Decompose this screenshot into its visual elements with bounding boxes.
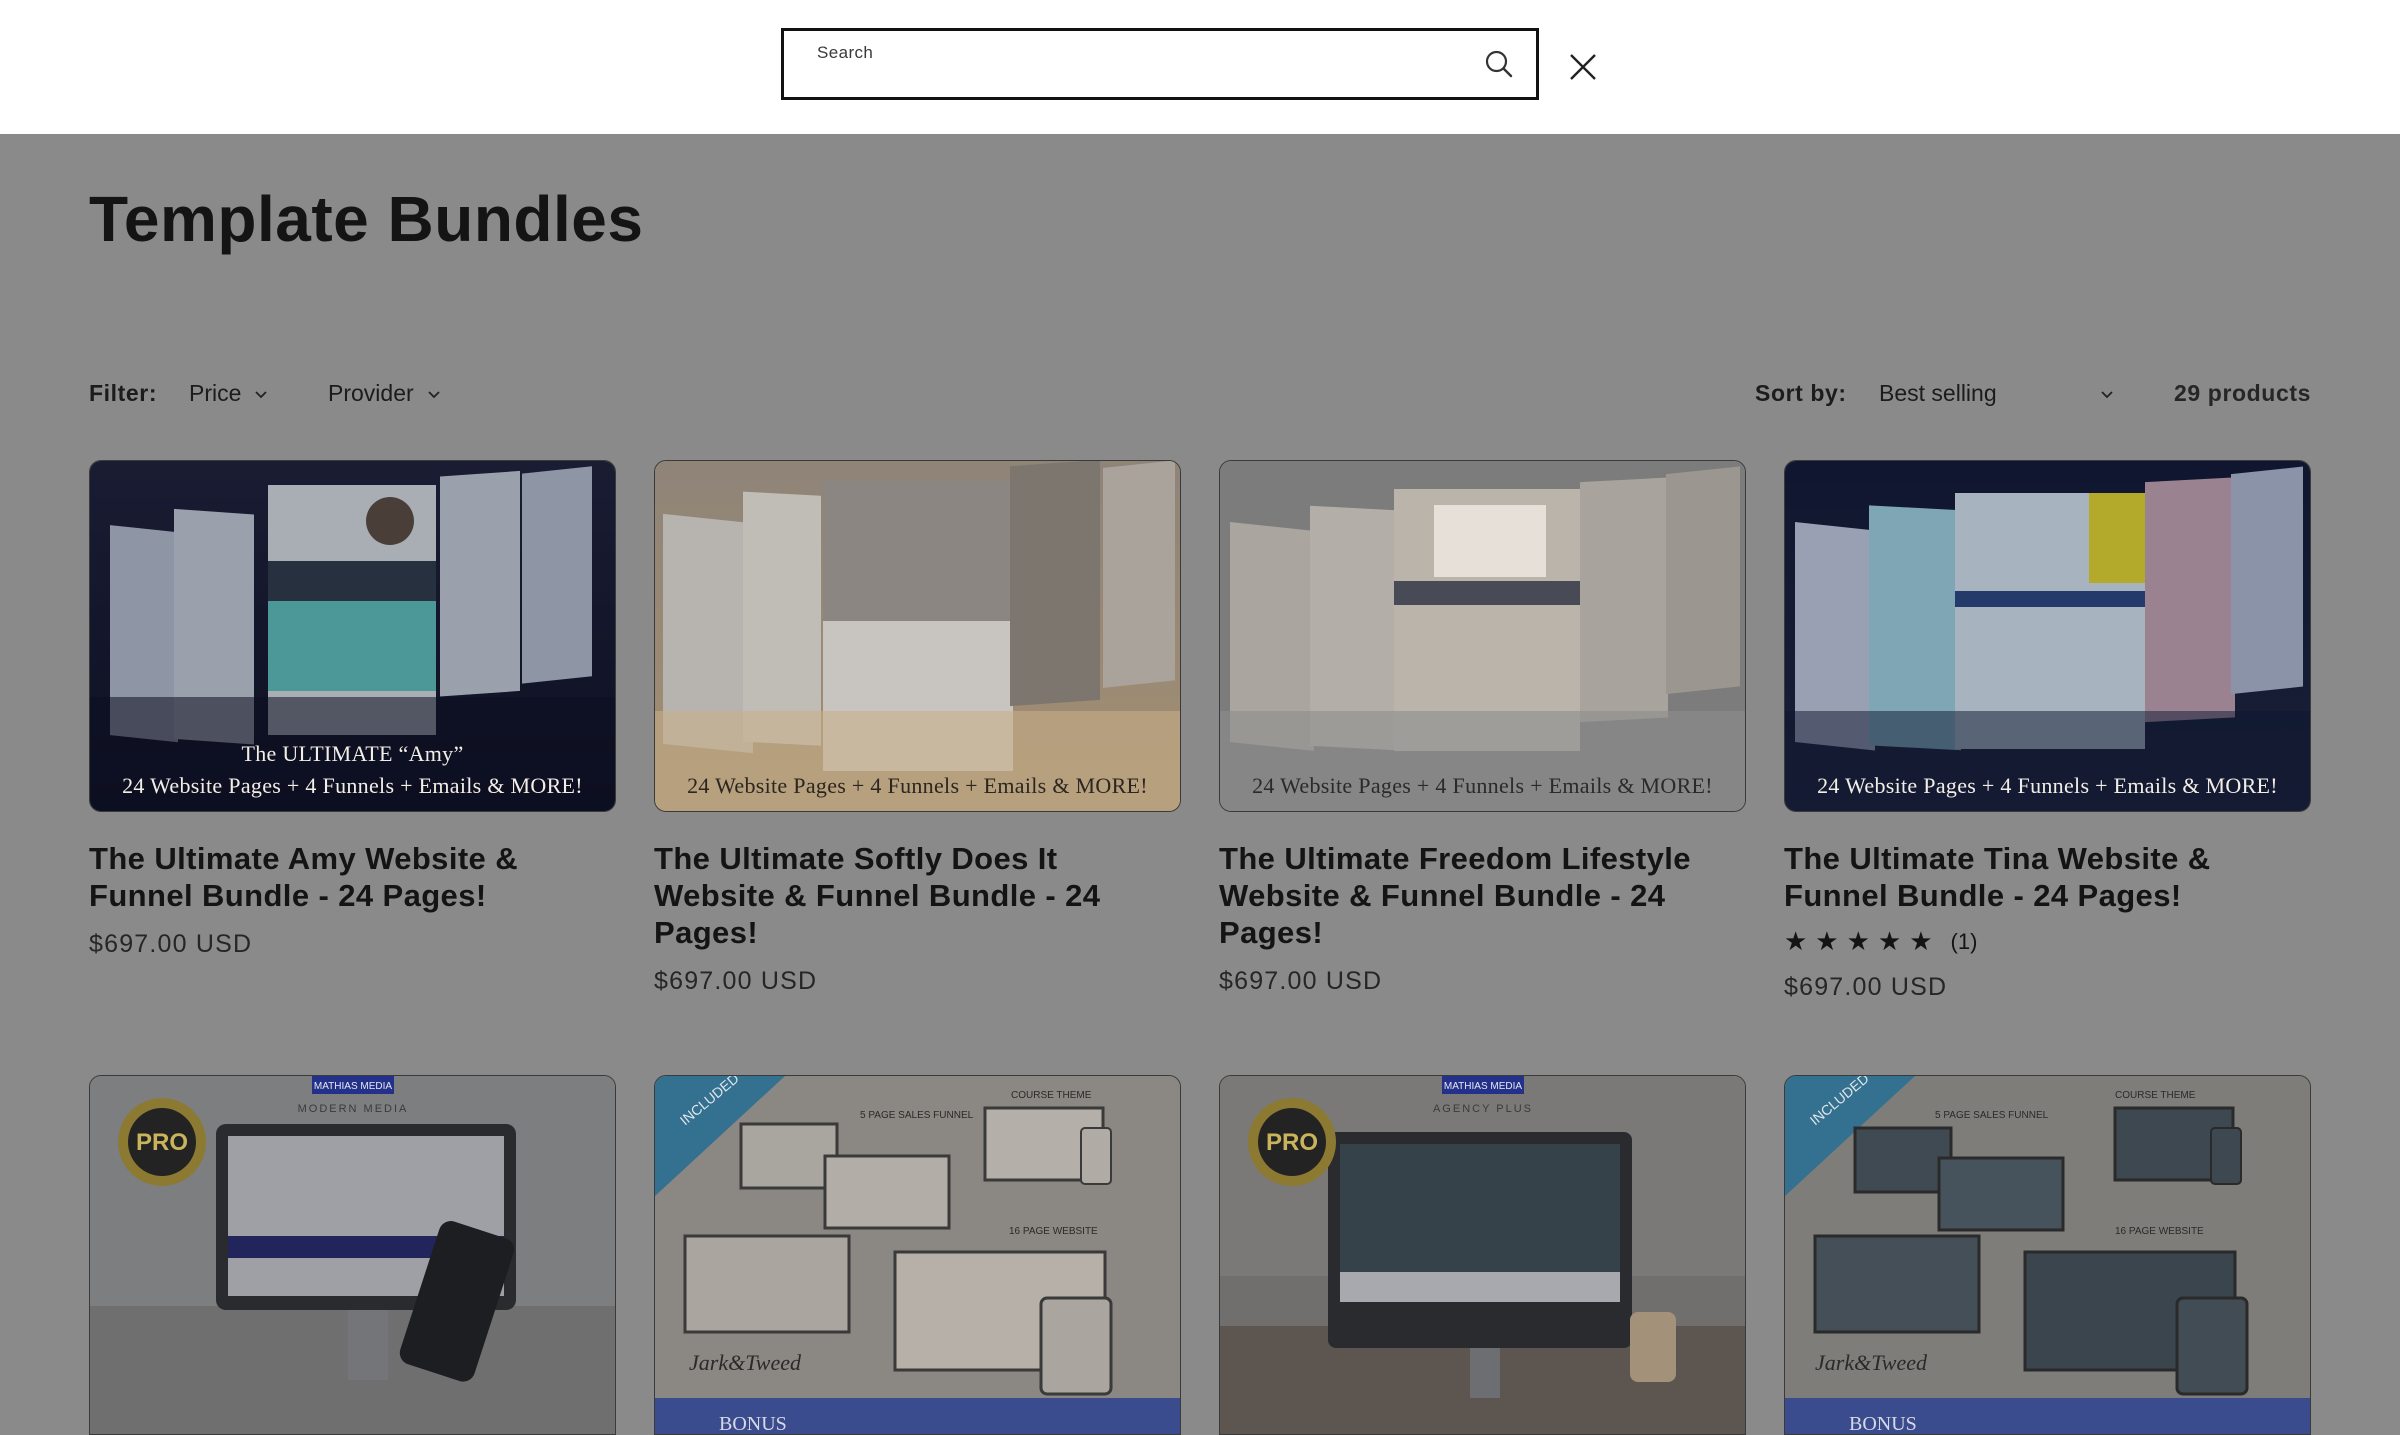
close-icon bbox=[1570, 54, 1596, 80]
product-image-art bbox=[1785, 461, 2310, 811]
bonus-label: BONUS bbox=[1849, 1413, 1917, 1435]
brand-logo-text: Jark&Tweed bbox=[1815, 1350, 1928, 1375]
product-image-art: INCLUDED 5 PAGE SALES FUNNEL COURSE THEM… bbox=[655, 1076, 1180, 1435]
search-submit-button[interactable] bbox=[1482, 47, 1516, 81]
pro-badge: PRO bbox=[1266, 1129, 1318, 1156]
funnel-label: 5 PAGE SALES FUNNEL bbox=[860, 1110, 974, 1121]
search-input[interactable] bbox=[814, 61, 1438, 97]
product-price: $697.00 USD bbox=[89, 930, 253, 958]
image-caption: 24 Website Pages + 4 Funnels + Emails & … bbox=[687, 773, 1148, 798]
product-image-art: MATHIAS MEDIA AGENCY PLUS PRO bbox=[1220, 1076, 1745, 1434]
product-count: 29 products bbox=[2174, 380, 2311, 406]
product-title[interactable]: The Ultimate Softly Does It Website & Fu… bbox=[654, 840, 1181, 951]
search-label: Search bbox=[817, 43, 874, 62]
filter-provider-label: Provider bbox=[328, 380, 414, 406]
product-card[interactable]: 24 Website Pages + 4 Funnels + Emails & … bbox=[1219, 460, 1746, 996]
website-label: 16 PAGE WEBSITE bbox=[2115, 1226, 2204, 1237]
product-card[interactable]: MATHIAS MEDIA AGENCY PLUS PRO bbox=[1219, 1075, 1746, 1435]
filter-price-label: Price bbox=[189, 380, 242, 406]
search-field[interactable]: Search bbox=[781, 28, 1539, 100]
course-label: COURSE THEME bbox=[1011, 1090, 1092, 1101]
product-card[interactable]: INCLUDED 5 PAGE SALES FUNNEL COURSE THEM… bbox=[654, 1075, 1181, 1435]
chevron-down-icon bbox=[428, 390, 440, 398]
brand-sub-label: AGENCY PLUS bbox=[1433, 1103, 1533, 1115]
product-image[interactable]: 24 Website Pages + 4 Funnels + Emails & … bbox=[1784, 460, 2311, 812]
product-rating: ★★★★★ (1) bbox=[1784, 926, 2311, 957]
chevron-down-icon bbox=[255, 390, 268, 398]
rating-count: (1) bbox=[1950, 928, 1978, 954]
product-image[interactable]: MATHIAS MEDIA MODERN MEDIA PRO bbox=[89, 1075, 616, 1435]
sort-label: Sort by: bbox=[1755, 380, 1847, 406]
brand-top-label: MATHIAS MEDIA bbox=[1444, 1081, 1522, 1092]
product-image[interactable]: 24 Website Pages + 4 Funnels + Emails & … bbox=[1219, 460, 1746, 812]
product-image-art bbox=[1220, 461, 1745, 811]
product-price: $697.00 USD bbox=[654, 967, 818, 995]
product-title[interactable]: The Ultimate Amy Website & Funnel Bundle… bbox=[89, 840, 616, 914]
chevron-down-icon bbox=[2101, 390, 2113, 398]
filter-label: Filter: bbox=[89, 380, 158, 406]
product-title[interactable]: The Ultimate Freedom Lifestyle Website &… bbox=[1219, 840, 1746, 951]
image-caption: 24 Website Pages + 4 Funnels + Emails & … bbox=[1817, 773, 2278, 798]
website-label: 16 PAGE WEBSITE bbox=[1009, 1226, 1098, 1237]
product-title[interactable]: The Ultimate Tina Website & Funnel Bundl… bbox=[1784, 840, 2311, 914]
image-caption: 24 Website Pages + 4 Funnels + Emails & … bbox=[1252, 773, 1713, 798]
product-image-art: MATHIAS MEDIA MODERN MEDIA PRO bbox=[90, 1076, 615, 1434]
product-card[interactable]: INCLUDED 5 PAGE SALES FUNNEL COURSE THEM… bbox=[1784, 1075, 2311, 1435]
pro-badge: PRO bbox=[136, 1129, 188, 1156]
product-price: $697.00 USD bbox=[1784, 973, 1948, 1001]
close-search-button[interactable] bbox=[1566, 50, 1600, 84]
filter-price-dropdown[interactable]: Price bbox=[189, 380, 269, 407]
product-image[interactable]: 24 Website Pages + 4 Funnels + Emails & … bbox=[654, 460, 1181, 812]
product-image-art: INCLUDED 5 PAGE SALES FUNNEL COURSE THEM… bbox=[1785, 1076, 2310, 1435]
product-image[interactable]: MATHIAS MEDIA AGENCY PLUS PRO bbox=[1219, 1075, 1746, 1435]
product-image[interactable]: INCLUDED 5 PAGE SALES FUNNEL COURSE THEM… bbox=[1784, 1075, 2311, 1435]
course-label: COURSE THEME bbox=[2115, 1090, 2196, 1101]
product-card[interactable]: MATHIAS MEDIA MODERN MEDIA PRO bbox=[89, 1075, 616, 1435]
filter-provider-dropdown[interactable]: Provider bbox=[328, 380, 442, 407]
search-modal-header: Search bbox=[0, 0, 2400, 134]
page-title: Template Bundles bbox=[89, 183, 644, 255]
brand-top-label: MATHIAS MEDIA bbox=[314, 1081, 392, 1092]
product-image[interactable]: The ULTIMATE “Amy” 24 Website Pages + 4 … bbox=[89, 460, 616, 812]
product-image-art bbox=[655, 461, 1180, 811]
collection-page: Template Bundles Filter: Price Provider … bbox=[0, 134, 2400, 1435]
product-card[interactable]: The ULTIMATE “Amy” 24 Website Pages + 4 … bbox=[89, 460, 616, 959]
sort-value: Best selling bbox=[1879, 380, 1997, 406]
brand-logo-text: Jark&Tweed bbox=[689, 1350, 802, 1375]
facets-bar: Filter: Price Provider Sort by: Best sel… bbox=[89, 372, 2311, 412]
product-card[interactable]: 24 Website Pages + 4 Funnels + Emails & … bbox=[654, 460, 1181, 996]
funnel-label: 5 PAGE SALES FUNNEL bbox=[1935, 1110, 2049, 1121]
search-icon bbox=[1485, 50, 1513, 78]
product-image[interactable]: INCLUDED 5 PAGE SALES FUNNEL COURSE THEM… bbox=[654, 1075, 1181, 1435]
star-rating-icons: ★★★★★ bbox=[1784, 926, 1941, 956]
sort-select[interactable]: Best selling bbox=[1879, 380, 2115, 407]
product-price: $697.00 USD bbox=[1219, 967, 1383, 995]
product-card[interactable]: 24 Website Pages + 4 Funnels + Emails & … bbox=[1784, 460, 2311, 1002]
image-caption-top: The ULTIMATE “Amy” bbox=[241, 741, 464, 766]
image-caption: 24 Website Pages + 4 Funnels + Emails & … bbox=[122, 773, 583, 798]
brand-sub-label: MODERN MEDIA bbox=[298, 1103, 409, 1115]
bonus-label: BONUS bbox=[719, 1413, 787, 1435]
